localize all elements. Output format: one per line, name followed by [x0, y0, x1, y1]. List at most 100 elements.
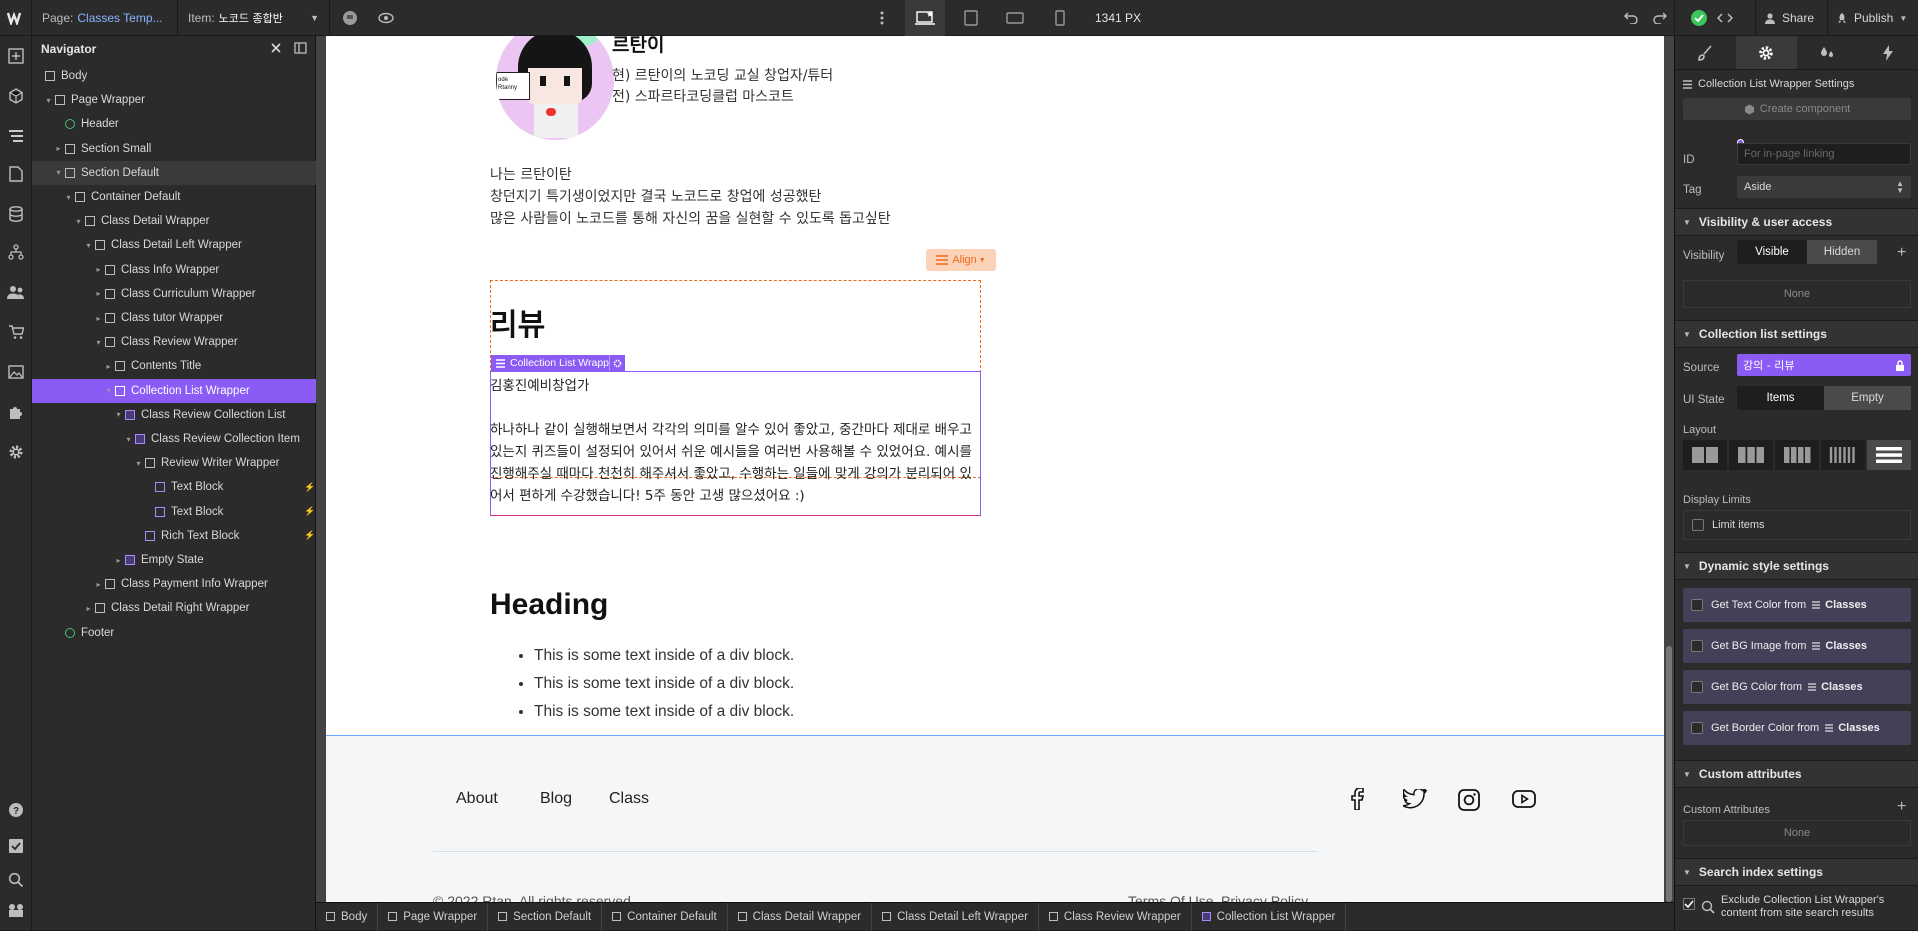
- ecommerce-cart-icon[interactable]: [6, 322, 26, 342]
- navigator-item-class-payment-info-wrapper[interactable]: ▸ Class Payment Info Wrapper: [32, 572, 316, 596]
- visible-option[interactable]: Visible: [1737, 240, 1807, 264]
- canvas-scrollbar[interactable]: [1664, 36, 1674, 902]
- navigator-item-class-review-collection-item[interactable]: ▾ Class Review Collection Item: [32, 427, 316, 451]
- visibility-section-header[interactable]: ▼ Visibility & user access: [1675, 208, 1918, 236]
- dock-panel-icon[interactable]: [294, 42, 307, 54]
- instagram-icon[interactable]: [1458, 789, 1480, 811]
- redo-icon[interactable]: [1650, 8, 1670, 28]
- dynamic-text-color[interactable]: Get Text Color from Classes: [1683, 588, 1911, 622]
- navigator-item-rich-text-block[interactable]: Rich Text Block ⚡: [32, 524, 316, 548]
- breadcrumb-class-detail-left-wrapper[interactable]: Class Detail Left Wrapper: [872, 902, 1039, 931]
- search-icon[interactable]: [6, 870, 26, 890]
- breadcrumb-page-wrapper[interactable]: Page Wrapper: [378, 902, 489, 931]
- check-status-icon[interactable]: [1691, 10, 1707, 26]
- tab-style[interactable]: [1675, 36, 1736, 69]
- collapse-caret-icon[interactable]: ▾: [124, 435, 133, 444]
- expand-caret-icon[interactable]: ▸: [94, 314, 103, 323]
- navigator-item-class-info-wrapper[interactable]: ▸ Class Info Wrapper: [32, 258, 316, 282]
- navigator-item-class-detail-right-wrapper[interactable]: ▸ Class Detail Right Wrapper: [32, 596, 316, 620]
- collapse-caret-icon[interactable]: ▾: [54, 168, 63, 177]
- navigator-icon[interactable]: [6, 126, 26, 146]
- close-icon[interactable]: [270, 42, 282, 54]
- webflow-logo[interactable]: [0, 0, 32, 36]
- apps-puzzle-icon[interactable]: [6, 402, 26, 422]
- navigator-item-class-curriculum-wrapper[interactable]: ▸ Class Curriculum Wrapper: [32, 282, 316, 306]
- add-attribute-icon[interactable]: +: [1897, 798, 1906, 816]
- collapse-caret-icon[interactable]: ▾: [94, 338, 103, 347]
- more-vertical-icon[interactable]: [872, 8, 892, 28]
- dynamic-style-section-header[interactable]: ▼ Dynamic style settings: [1675, 552, 1918, 580]
- assets-image-icon[interactable]: [6, 362, 26, 382]
- navigator-item-class-review-collection-list[interactable]: ▾ Class Review Collection List: [32, 403, 316, 427]
- undo-icon[interactable]: [1621, 8, 1641, 28]
- collapse-caret-icon[interactable]: ▾: [114, 410, 123, 419]
- navigator-item-footer[interactable]: Footer: [32, 621, 316, 645]
- items-option[interactable]: Items: [1737, 386, 1824, 410]
- navigator-item-text-block[interactable]: Text Block ⚡: [32, 475, 316, 499]
- privacy-link[interactable]: Privacy Policy: [1221, 893, 1308, 902]
- page-selector[interactable]: Page: Classes Temp...: [32, 0, 178, 36]
- navigator-item-contents-title[interactable]: ▸ Contents Title: [32, 354, 316, 378]
- collapse-caret-icon[interactable]: ▾: [44, 96, 53, 105]
- expand-caret-icon[interactable]: ▸: [114, 556, 123, 565]
- dynamic-border-color[interactable]: Get Border Color from Classes: [1683, 711, 1911, 745]
- breadcrumb-collection-list-wrapper[interactable]: Collection List Wrapper: [1192, 902, 1347, 931]
- expand-caret-icon[interactable]: ▸: [94, 580, 103, 589]
- search-index-section-header[interactable]: ▼ Search index settings: [1675, 858, 1918, 886]
- tab-interactions[interactable]: [1857, 36, 1918, 69]
- layout-6-columns-icon[interactable]: [1821, 440, 1865, 470]
- expand-caret-icon[interactable]: ▸: [94, 289, 103, 298]
- footer-link-class[interactable]: Class: [609, 790, 649, 808]
- navigator-item-class-tutor-wrapper[interactable]: ▸ Class tutor Wrapper: [32, 306, 316, 330]
- facebook-icon[interactable]: [1348, 788, 1368, 810]
- selected-element-label[interactable]: Collection List Wrapper: [491, 355, 624, 371]
- collapse-caret-icon[interactable]: ▾: [134, 459, 143, 468]
- breadcrumb-container-default[interactable]: Container Default: [602, 902, 728, 931]
- limit-items-checkbox[interactable]: Limit items: [1683, 510, 1911, 540]
- terms-link[interactable]: Terms Of Use: [1128, 893, 1214, 902]
- add-panel-icon[interactable]: [6, 46, 26, 66]
- navigator-item-collection-list-wrapper[interactable]: ▾ Collection List Wrapper: [32, 378, 316, 403]
- navigator-item-container-default[interactable]: ▾ Container Default: [32, 185, 316, 209]
- id-input[interactable]: For in-page linking: [1737, 143, 1911, 165]
- layout-rows-icon[interactable]: [1867, 440, 1911, 470]
- share-button[interactable]: Share: [1755, 0, 1814, 36]
- tab-settings[interactable]: [1735, 36, 1797, 69]
- navigator-item-page-wrapper[interactable]: ▾ Page Wrapper: [32, 88, 316, 112]
- publish-button[interactable]: Publish ▼: [1827, 0, 1907, 36]
- layout-2-columns-icon[interactable]: [1683, 440, 1727, 470]
- footer-link-blog[interactable]: Blog: [540, 790, 572, 808]
- collapse-caret-icon[interactable]: ▾: [74, 217, 83, 226]
- breadcrumb-class-review-wrapper[interactable]: Class Review Wrapper: [1039, 902, 1192, 931]
- breakpoint-landscape-icon[interactable]: [1005, 8, 1025, 28]
- preview-eye-icon[interactable]: [376, 8, 396, 28]
- designer-canvas[interactable]: ode Rtanny 르탄이 현) 르탄이의 노코딩 교실 창업자/튜터 전) …: [316, 36, 1674, 902]
- youtube-icon[interactable]: [1512, 790, 1536, 808]
- navigator-item-class-review-wrapper[interactable]: ▾ Class Review Wrapper: [32, 330, 316, 354]
- layout-4-columns-icon[interactable]: [1775, 440, 1819, 470]
- breakpoint-tablet-icon[interactable]: [961, 8, 981, 28]
- add-icon[interactable]: +: [1897, 244, 1906, 262]
- hidden-option[interactable]: Hidden: [1807, 240, 1877, 264]
- source-select[interactable]: 강의 - 리뷰: [1737, 354, 1911, 376]
- pages-icon[interactable]: [6, 164, 26, 184]
- custom-attributes-section-header[interactable]: ▼ Custom attributes: [1675, 760, 1918, 788]
- tasks-check-icon[interactable]: [6, 836, 26, 856]
- breakpoint-mobile-icon[interactable]: [1050, 8, 1070, 28]
- logic-flow-icon[interactable]: [6, 242, 26, 262]
- create-component-button[interactable]: Create component: [1683, 98, 1911, 120]
- dynamic-bg-image[interactable]: Get BG Image from Classes: [1683, 629, 1911, 663]
- navigator-item-header[interactable]: Header: [32, 112, 316, 136]
- navigator-item-text-block[interactable]: Text Block ⚡: [32, 500, 316, 524]
- comment-icon[interactable]: [340, 8, 360, 28]
- selected-settings-gear-icon[interactable]: [609, 355, 625, 371]
- collapse-caret-icon[interactable]: ▾: [104, 386, 113, 395]
- navigator-item-section-small[interactable]: ▸ Section Small: [32, 137, 316, 161]
- tag-select[interactable]: Aside ▲ ▼: [1737, 176, 1911, 198]
- breadcrumb-body[interactable]: Body: [316, 902, 379, 931]
- exclude-search-checkbox[interactable]: [1683, 898, 1695, 910]
- breadcrumb-section-default[interactable]: Section Default: [488, 902, 603, 931]
- layout-3-columns-icon[interactable]: [1729, 440, 1773, 470]
- expand-caret-icon[interactable]: ▸: [104, 362, 113, 371]
- expand-caret-icon[interactable]: ▸: [54, 144, 63, 153]
